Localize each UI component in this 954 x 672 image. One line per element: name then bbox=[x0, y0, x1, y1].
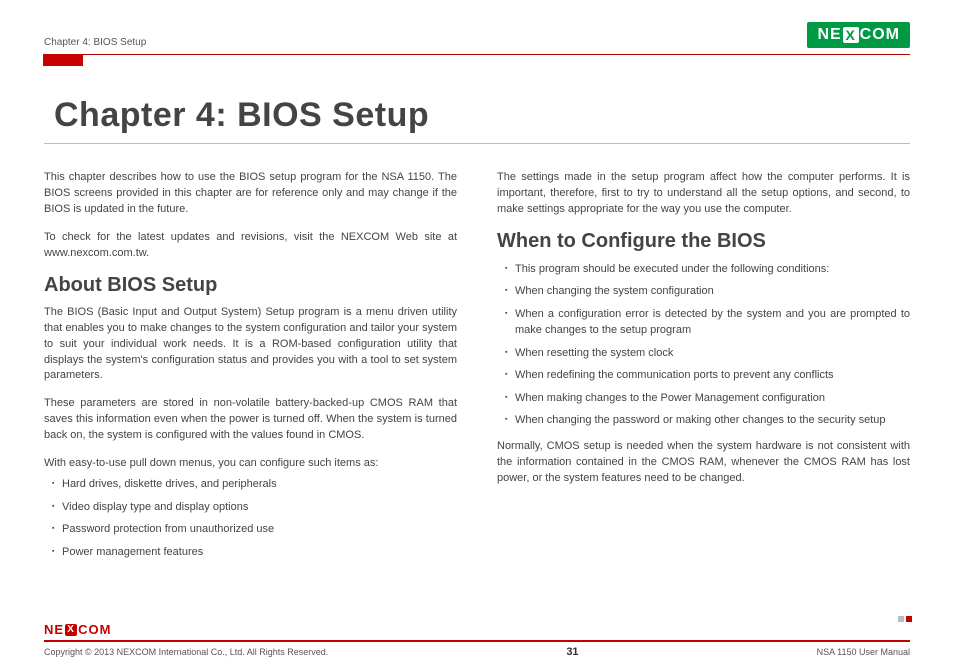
list-item: Hard drives, diskette drives, and periph… bbox=[52, 476, 457, 493]
about-paragraph-1: The BIOS (Basic Input and Output System)… bbox=[44, 305, 457, 385]
intro-paragraph-1: This chapter describes how to use the BI… bbox=[44, 170, 457, 218]
footer-squares-decoration bbox=[898, 616, 912, 622]
list-item: This program should be executed under th… bbox=[505, 261, 910, 278]
right-column: The settings made in the setup program a… bbox=[497, 170, 910, 570]
when-items-list: This program should be executed under th… bbox=[497, 261, 910, 429]
page-title: Chapter 4: BIOS Setup bbox=[44, 66, 910, 144]
list-item: When resetting the system clock bbox=[505, 345, 910, 362]
page-footer: NE X COM Copyright © 2013 NEXCOM Interna… bbox=[44, 622, 910, 658]
chapter-label: Chapter 4: BIOS Setup bbox=[44, 37, 146, 48]
about-paragraph-3: With easy-to-use pull down menus, you ca… bbox=[44, 456, 457, 472]
list-item: When making changes to the Power Managem… bbox=[505, 390, 910, 407]
brand-post: COM bbox=[78, 622, 111, 637]
brand-logo-header: NE X COM bbox=[807, 22, 910, 48]
brand-x-icon: X bbox=[843, 27, 859, 43]
about-heading: About BIOS Setup bbox=[44, 274, 457, 297]
right-top-paragraph: The settings made in the setup program a… bbox=[497, 170, 910, 218]
closing-paragraph: Normally, CMOS setup is needed when the … bbox=[497, 439, 910, 487]
brand-logo-footer: NE X COM bbox=[44, 622, 111, 637]
brand-x-icon: X bbox=[65, 624, 77, 636]
list-item: When redefining the communication ports … bbox=[505, 367, 910, 384]
list-item: Password protection from unauthorized us… bbox=[52, 521, 457, 538]
footer-line: Copyright © 2013 NEXCOM International Co… bbox=[44, 640, 910, 658]
left-column: This chapter describes how to use the BI… bbox=[44, 170, 457, 570]
content-columns: This chapter describes how to use the BI… bbox=[44, 170, 910, 570]
copyright-text: Copyright © 2013 NEXCOM International Co… bbox=[44, 647, 328, 657]
brand-pre: NE bbox=[44, 622, 64, 637]
about-paragraph-2: These parameters are stored in non-volat… bbox=[44, 396, 457, 444]
list-item: Video display type and display options bbox=[52, 499, 457, 516]
list-item: When a configuration error is detected b… bbox=[505, 306, 910, 339]
brand-pre: NE bbox=[817, 26, 841, 44]
page-number: 31 bbox=[566, 646, 578, 658]
red-tab-decoration bbox=[43, 54, 83, 66]
when-heading: When to Configure the BIOS bbox=[497, 230, 910, 253]
page-header: Chapter 4: BIOS Setup NE X COM bbox=[44, 22, 910, 55]
doc-title: NSA 1150 User Manual bbox=[817, 647, 910, 657]
list-item: When changing the password or making oth… bbox=[505, 412, 910, 429]
brand-post: COM bbox=[860, 26, 900, 44]
about-items-list: Hard drives, diskette drives, and periph… bbox=[44, 476, 457, 560]
list-item: When changing the system configuration bbox=[505, 283, 910, 300]
intro-paragraph-2: To check for the latest updates and revi… bbox=[44, 230, 457, 262]
list-item: Power management features bbox=[52, 544, 457, 561]
